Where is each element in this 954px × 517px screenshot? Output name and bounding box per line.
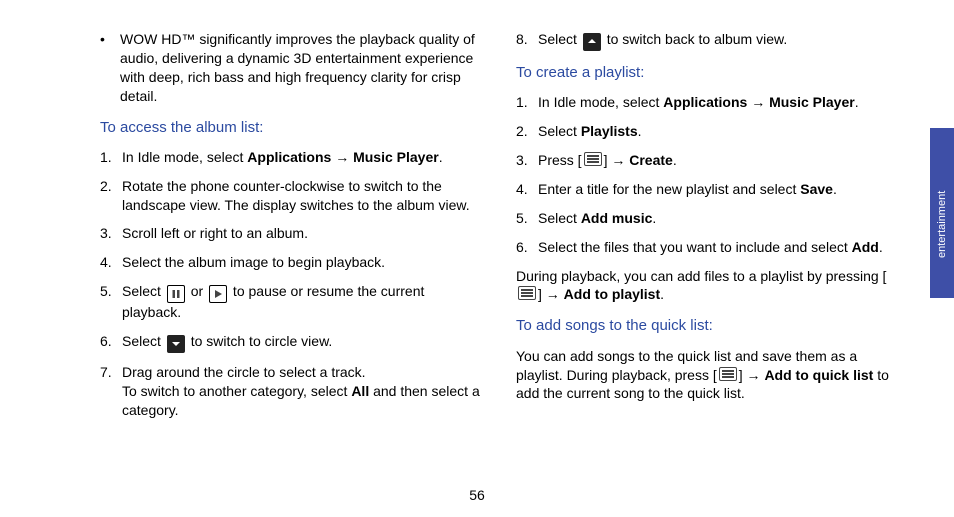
step-number: 5. bbox=[516, 209, 538, 228]
list-item: 2. Rotate the phone counter-clockwise to… bbox=[100, 177, 480, 215]
step-number: 1. bbox=[516, 93, 538, 112]
pause-icon bbox=[167, 285, 185, 303]
step-text: Enter a title for the new playlist and s… bbox=[538, 180, 896, 199]
step-text: In Idle mode, select Applications → Musi… bbox=[122, 148, 480, 167]
step-text: Select to switch back to album view. bbox=[538, 30, 896, 51]
bullet-wow: • WOW HD™ significantly improves the pla… bbox=[100, 30, 480, 106]
circle-view-icon bbox=[167, 335, 185, 353]
side-tab-label: entertainment bbox=[936, 194, 948, 258]
side-tab: entertainment bbox=[930, 128, 954, 298]
bullet-dot: • bbox=[100, 30, 120, 106]
step-text: Scroll left or right to an album. bbox=[122, 224, 480, 243]
step-number: 4. bbox=[100, 253, 122, 272]
step-number: 7. bbox=[100, 363, 122, 420]
list-item: 7. Drag around the circle to select a tr… bbox=[100, 363, 480, 420]
paragraph-during-playback: During playback, you can add files to a … bbox=[516, 267, 896, 305]
page-content: • WOW HD™ significantly improves the pla… bbox=[0, 0, 954, 430]
list-item: 6. Select to switch to circle view. bbox=[100, 332, 480, 353]
list-item: 3. Press [] → Create. bbox=[516, 151, 896, 170]
step-text: Drag around the circle to select a track… bbox=[122, 363, 480, 420]
list-item: 4. Select the album image to begin playb… bbox=[100, 253, 480, 272]
step-text: Select the album image to begin playback… bbox=[122, 253, 480, 272]
step-text: Select Add music. bbox=[538, 209, 896, 228]
menu-icon bbox=[584, 152, 602, 166]
album-view-icon bbox=[583, 33, 601, 51]
menu-icon bbox=[518, 286, 536, 300]
step-number: 8. bbox=[516, 30, 538, 51]
step-text: Rotate the phone counter-clockwise to sw… bbox=[122, 177, 480, 215]
step-number: 5. bbox=[100, 282, 122, 322]
album-steps: 1. In Idle mode, select Applications → M… bbox=[100, 148, 480, 420]
paragraph-quicklist: You can add songs to the quick list and … bbox=[516, 347, 896, 404]
step-text: In Idle mode, select Applications → Musi… bbox=[538, 93, 896, 112]
step-number: 6. bbox=[516, 238, 538, 257]
list-item: 5. Select or to pause or resume the curr… bbox=[100, 282, 480, 322]
play-icon bbox=[209, 285, 227, 303]
list-item: 2. Select Playlists. bbox=[516, 122, 896, 141]
step-text: Press [] → Create. bbox=[538, 151, 896, 170]
playlist-steps: 1. In Idle mode, select Applications → M… bbox=[516, 93, 896, 256]
step-number: 2. bbox=[516, 122, 538, 141]
right-column: 8. Select to switch back to album view. … bbox=[516, 30, 896, 430]
list-item: 1. In Idle mode, select Applications → M… bbox=[100, 148, 480, 167]
left-column: • WOW HD™ significantly improves the pla… bbox=[100, 30, 480, 430]
list-item: 1. In Idle mode, select Applications → M… bbox=[516, 93, 896, 112]
step-number: 1. bbox=[100, 148, 122, 167]
page-number: 56 bbox=[0, 487, 954, 503]
step-number: 3. bbox=[100, 224, 122, 243]
section-title-album: To access the album list: bbox=[100, 118, 480, 138]
step-number: 2. bbox=[100, 177, 122, 215]
menu-icon bbox=[719, 367, 737, 381]
list-item: 8. Select to switch back to album view. bbox=[516, 30, 896, 51]
step-number: 4. bbox=[516, 180, 538, 199]
list-item: 6. Select the files that you want to inc… bbox=[516, 238, 896, 257]
list-item: 3. Scroll left or right to an album. bbox=[100, 224, 480, 243]
step-number: 3. bbox=[516, 151, 538, 170]
step-text: Select Playlists. bbox=[538, 122, 896, 141]
album-steps-cont: 8. Select to switch back to album view. bbox=[516, 30, 896, 51]
list-item: 5. Select Add music. bbox=[516, 209, 896, 228]
step-text: Select or to pause or resume the current… bbox=[122, 282, 480, 322]
step-number: 6. bbox=[100, 332, 122, 353]
bullet-text: WOW HD™ significantly improves the playb… bbox=[120, 30, 480, 106]
step-text: Select to switch to circle view. bbox=[122, 332, 480, 353]
list-item: 4. Enter a title for the new playlist an… bbox=[516, 180, 896, 199]
section-title-playlist: To create a playlist: bbox=[516, 63, 896, 83]
section-title-quicklist: To add songs to the quick list: bbox=[516, 316, 896, 336]
step-text: Select the files that you want to includ… bbox=[538, 238, 896, 257]
